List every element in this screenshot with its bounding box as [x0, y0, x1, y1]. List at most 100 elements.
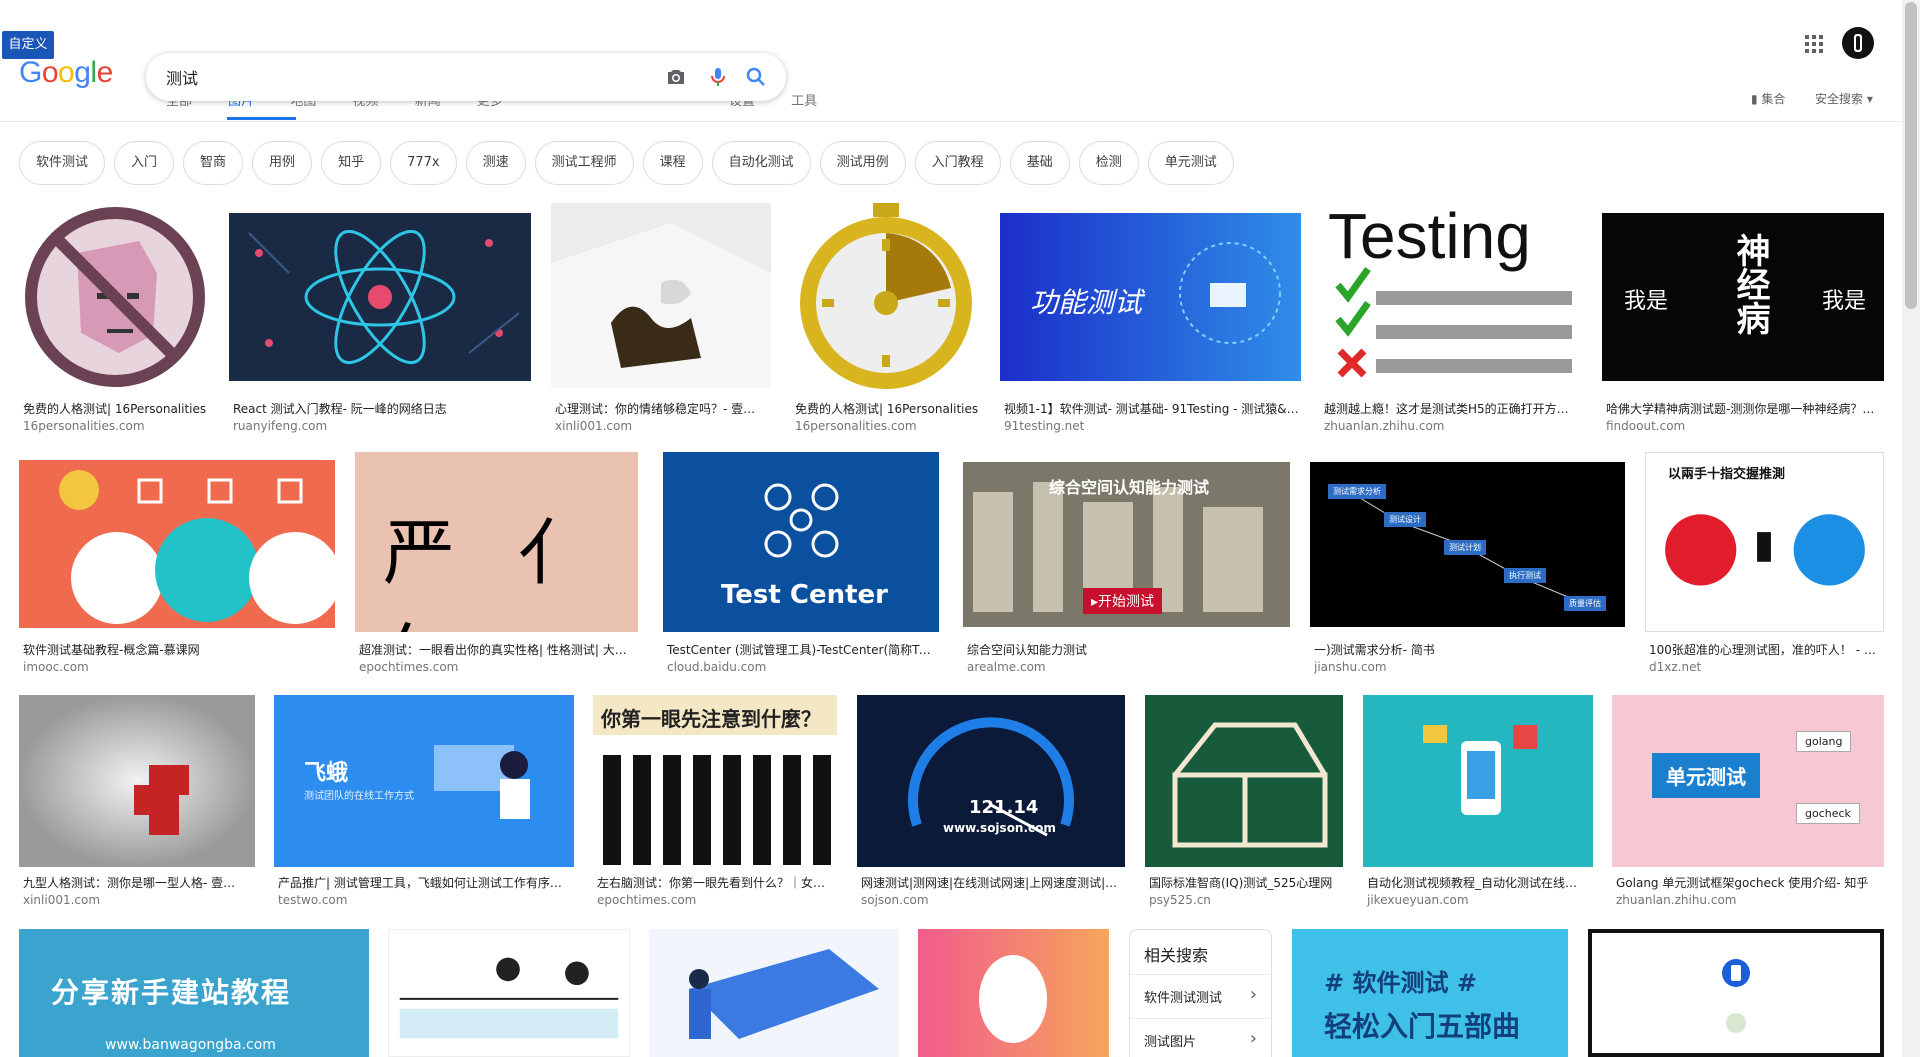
- result-thumbnail[interactable]: [1363, 695, 1593, 867]
- result-thumbnail[interactable]: [388, 929, 630, 1057]
- result-source[interactable]: zhuanlan.zhihu.com: [1616, 893, 1884, 907]
- search-icon[interactable]: [744, 65, 768, 89]
- result-caption[interactable]: 产品推广| 测试管理工具，飞蛾如何让测试工作有序…: [278, 874, 574, 891]
- google-logo[interactable]: Google: [19, 56, 113, 90]
- result-source[interactable]: 16personalities.com: [23, 419, 211, 433]
- image-result[interactable]: 功能测试 视频1-1】软件测试- 测试基础- 91Testing - 测试猿&……: [1000, 203, 1301, 438]
- result-thumbnail[interactable]: [1145, 695, 1343, 867]
- image-result[interactable]: Testing 越测越上瘾！这才是测试类H5的正确打开方… zhuanlan.z…: [1320, 203, 1584, 438]
- result-caption[interactable]: 软件测试基础教程-概念篇-慕课网: [23, 641, 335, 658]
- result-thumbnail[interactable]: # 软件测试 # 轻松入门五部曲: [1292, 929, 1568, 1057]
- result-caption[interactable]: React 测试入门教程- 阮一峰的网络日志: [233, 400, 531, 417]
- result-thumbnail[interactable]: [791, 203, 981, 393]
- apps-grid-icon[interactable]: [1802, 32, 1826, 56]
- image-result[interactable]: 测试需求分析 测试设计 测试计划 执行测试 质量评估 一)测试需求分析- 简书 …: [1310, 452, 1625, 674]
- chip[interactable]: 测速: [465, 141, 526, 185]
- result-thumbnail[interactable]: Testing: [1320, 203, 1584, 391]
- chip[interactable]: 单元测试: [1147, 141, 1234, 185]
- result-thumbnail[interactable]: 以兩手十指交握推測: [1645, 452, 1884, 632]
- result-thumbnail[interactable]: [19, 203, 211, 391]
- search-input[interactable]: [166, 65, 646, 89]
- result-thumbnail[interactable]: [649, 929, 899, 1057]
- result-caption[interactable]: 心理测试：你的情绪够稳定吗？- 壹…: [555, 400, 771, 417]
- chip[interactable]: 软件测试: [19, 141, 106, 185]
- result-source[interactable]: jianshu.com: [1314, 660, 1625, 674]
- result-caption[interactable]: 越测越上瘾！这才是测试类H5的正确打开方…: [1324, 400, 1584, 417]
- result-caption[interactable]: 左右脑测试：你第一眼先看到什么？｜女…: [597, 874, 837, 891]
- scrollbar-thumb[interactable]: [1905, 2, 1917, 309]
- result-source[interactable]: xinli001.com: [23, 893, 255, 907]
- result-caption[interactable]: 哈佛大学精神病测试题-测测你是哪一种神经病？…: [1606, 400, 1884, 417]
- result-source[interactable]: cloud.baidu.com: [667, 660, 939, 674]
- image-result[interactable]: 严 亻乍 超准测试：一眼看出你的真实性格| 性格测试| 大… epochtime…: [355, 452, 638, 674]
- result-source[interactable]: psy525.cn: [1149, 893, 1343, 907]
- result-thumbnail[interactable]: 我是 神经病 我是: [1602, 213, 1884, 381]
- result-thumbnail[interactable]: [918, 929, 1109, 1057]
- image-result[interactable]: 综合空间认知能力测试 ▸开始测试 综合空间认知能力测试 arealme.com: [963, 452, 1290, 674]
- result-thumbnail[interactable]: [1588, 929, 1884, 1057]
- result-caption[interactable]: 网速测试|测网速|在线测试网速|上网速度测试|…: [861, 874, 1125, 891]
- image-result[interactable]: React 测试入门教程- 阮一峰的网络日志 ruanyifeng.com: [229, 203, 531, 438]
- chip[interactable]: 检测: [1078, 141, 1139, 185]
- result-source[interactable]: xinli001.com: [555, 419, 771, 433]
- result-caption[interactable]: 综合空间认知能力测试: [967, 641, 1290, 658]
- image-result[interactable]: [918, 929, 1109, 1057]
- image-result[interactable]: 免费的人格测试| 16Personalities 16personalities…: [19, 203, 211, 438]
- result-source[interactable]: epochtimes.com: [597, 893, 837, 907]
- result-thumbnail[interactable]: [229, 213, 531, 381]
- result-thumbnail[interactable]: 分享新手建站教程 www.banwagongba.com: [19, 929, 369, 1057]
- image-result[interactable]: [649, 929, 899, 1057]
- result-source[interactable]: arealme.com: [967, 660, 1290, 674]
- result-thumbnail[interactable]: [19, 695, 255, 867]
- chip[interactable]: 智商: [183, 141, 244, 185]
- result-source[interactable]: findoout.com: [1606, 419, 1884, 433]
- image-result[interactable]: 国际标准智商(IQ)测试_525心理网 psy525.cn: [1145, 695, 1343, 909]
- camera-icon[interactable]: [664, 65, 688, 89]
- chip[interactable]: 777x: [390, 141, 457, 185]
- result-source[interactable]: 16personalities.com: [795, 419, 981, 433]
- tab-tools[interactable]: 工具: [791, 94, 817, 109]
- image-result[interactable]: 以兩手十指交握推測 100张超准的心理测试图，准的吓人！ - … d1xz.ne…: [1645, 452, 1884, 674]
- result-source[interactable]: epochtimes.com: [359, 660, 638, 674]
- image-result[interactable]: 单元测试 golang gocheck Golang 单元测试框架gocheck…: [1612, 695, 1884, 909]
- image-result[interactable]: 你第一眼先注意到什麼？ 左右脑测试：你第一眼先看到什么？｜女… epochtim…: [593, 695, 837, 909]
- image-result[interactable]: 分享新手建站教程 www.banwagongba.com: [19, 929, 369, 1057]
- chip[interactable]: 测试工程师: [534, 141, 634, 185]
- image-result[interactable]: [1588, 929, 1884, 1057]
- result-caption[interactable]: Golang 单元测试框架gocheck 使用介绍- 知乎: [1616, 874, 1884, 891]
- result-thumbnail[interactable]: 功能测试: [1000, 213, 1301, 381]
- result-thumbnail[interactable]: 121.14 www.sojson.com: [857, 695, 1125, 867]
- result-source[interactable]: testwo.com: [278, 893, 574, 907]
- result-caption[interactable]: 九型人格测试：测你是哪一型人格- 壹…: [23, 874, 255, 891]
- result-thumbnail[interactable]: 严 亻乍: [355, 452, 638, 632]
- chip[interactable]: 知乎: [321, 141, 382, 185]
- image-result[interactable]: 自动化测试视频教程_自动化测试在线… jikexueyuan.com: [1363, 695, 1593, 909]
- image-result[interactable]: 心理测试：你的情绪够稳定吗？- 壹… xinli001.com: [551, 203, 771, 438]
- result-caption[interactable]: 100张超准的心理测试图，准的吓人！ - …: [1649, 641, 1884, 658]
- result-caption[interactable]: 视频1-1】软件测试- 测试基础- 91Testing - 测试猿&…: [1004, 400, 1301, 417]
- chip[interactable]: 基础: [1009, 141, 1070, 185]
- result-thumbnail[interactable]: 单元测试 golang gocheck: [1612, 695, 1884, 867]
- image-result[interactable]: Test Center TestCenter (测试管理工具)-TestCent…: [663, 452, 939, 674]
- image-result[interactable]: 飞蛾 测试团队的在线工作方式 产品推广| 测试管理工具，飞蛾如何让测试工作有序……: [274, 695, 574, 909]
- result-source[interactable]: jikexueyuan.com: [1367, 893, 1593, 907]
- image-result[interactable]: [388, 929, 630, 1057]
- result-source[interactable]: sojson.com: [861, 893, 1125, 907]
- scrollbar[interactable]: [1902, 0, 1920, 1057]
- image-result[interactable]: 免费的人格测试| 16Personalities 16personalities…: [791, 203, 981, 438]
- result-thumbnail[interactable]: Test Center: [663, 452, 939, 632]
- result-caption[interactable]: 免费的人格测试| 16Personalities: [795, 400, 981, 417]
- custom-badge[interactable]: 自定义: [2, 31, 54, 59]
- related-search-item[interactable]: 测试图片: [1130, 1018, 1271, 1057]
- chip[interactable]: 入门: [114, 141, 175, 185]
- result-thumbnail[interactable]: 你第一眼先注意到什麼？: [593, 695, 837, 867]
- result-source[interactable]: imooc.com: [23, 660, 335, 674]
- result-thumbnail[interactable]: 飞蛾 测试团队的在线工作方式: [274, 695, 574, 867]
- result-thumbnail[interactable]: 综合空间认知能力测试 ▸开始测试: [963, 462, 1290, 627]
- result-caption[interactable]: 免费的人格测试| 16Personalities: [23, 400, 211, 417]
- chip[interactable]: 测试用例: [819, 141, 906, 185]
- result-caption[interactable]: 一)测试需求分析- 简书: [1314, 641, 1625, 658]
- related-search-item[interactable]: 软件测试测试: [1130, 974, 1271, 1018]
- result-caption[interactable]: TestCenter (测试管理工具)-TestCenter(简称TC)…: [667, 641, 939, 658]
- result-caption[interactable]: 自动化测试视频教程_自动化测试在线…: [1367, 874, 1593, 891]
